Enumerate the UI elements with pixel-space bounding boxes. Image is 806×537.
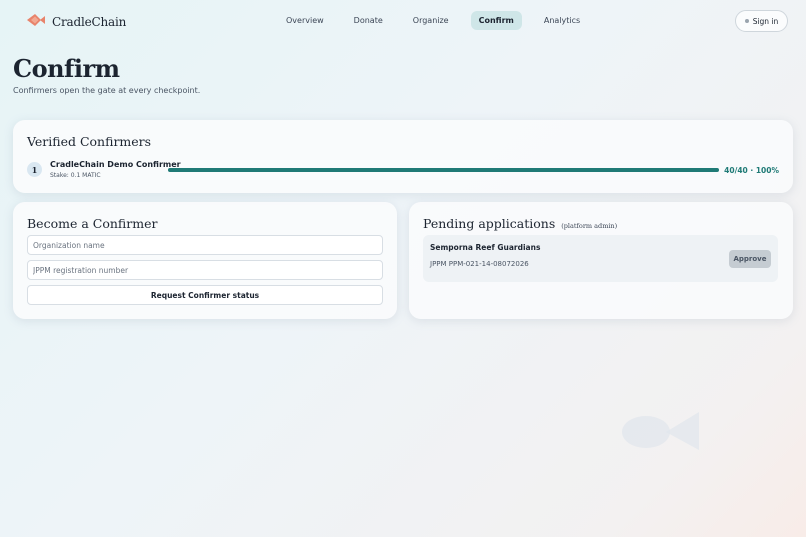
organization-name-input[interactable]: [27, 235, 383, 255]
nav-donate[interactable]: Donate: [346, 11, 391, 30]
jppm-registration-input[interactable]: [27, 260, 383, 280]
page-subtitle: Confirmers open the gate at every checkp…: [13, 86, 201, 95]
nav-overview[interactable]: Overview: [278, 11, 332, 30]
confirmer-progress-bar: [168, 168, 719, 172]
confirmer-progress-fill: [168, 168, 719, 172]
nav-organize[interactable]: Organize: [405, 11, 457, 30]
request-confirmer-button[interactable]: Request Confirmer status: [27, 285, 383, 305]
fish-icon: [26, 12, 45, 31]
brand-name: CradleChain: [52, 14, 127, 29]
sign-in-label: Sign in: [752, 16, 779, 26]
pending-title-scope: (platform admin): [561, 222, 618, 230]
main-nav: Overview Donate Organize Confirm Analyti…: [278, 11, 602, 30]
application-registration: JPPM PPM-021-14-08072026: [430, 260, 529, 268]
application-row: Semporna Reef Guardians JPPM PPM-021-14-…: [423, 235, 778, 282]
pending-applications-card: Pending applications (platform admin) Se…: [409, 202, 793, 319]
confirmer-progress-label: 40/40 · 100%: [724, 166, 779, 175]
verified-confirmers-title: Verified Confirmers: [27, 134, 152, 149]
become-confirmer-title: Become a Confirmer: [27, 216, 158, 231]
approve-button[interactable]: Approve: [729, 250, 771, 268]
top-bar: CradleChain Overview Donate Organize Con…: [0, 0, 806, 42]
sign-in-button[interactable]: Sign in: [735, 10, 788, 32]
application-name: Semporna Reef Guardians: [430, 243, 541, 252]
fish-watermark-icon: [622, 410, 702, 456]
become-confirmer-card: Become a Confirmer Request Confirmer sta…: [13, 202, 397, 319]
pending-title-text: Pending applications: [423, 216, 556, 231]
confirmer-rank-badge: 1: [27, 162, 42, 177]
nav-confirm[interactable]: Confirm: [470, 11, 522, 30]
status-dot-icon: [744, 19, 749, 23]
nav-analytics[interactable]: Analytics: [536, 11, 588, 30]
confirmer-stake: Stake: 0.1 MATIC: [50, 172, 101, 179]
pending-applications-title: Pending applications (platform admin): [423, 216, 617, 231]
confirmer-name: CradleChain Demo Confirmer: [50, 160, 181, 169]
verified-confirmers-card: Verified Confirmers 1 CradleChain Demo C…: [13, 120, 793, 193]
brand[interactable]: CradleChain: [26, 12, 126, 31]
page-title: Confirm: [13, 54, 120, 83]
